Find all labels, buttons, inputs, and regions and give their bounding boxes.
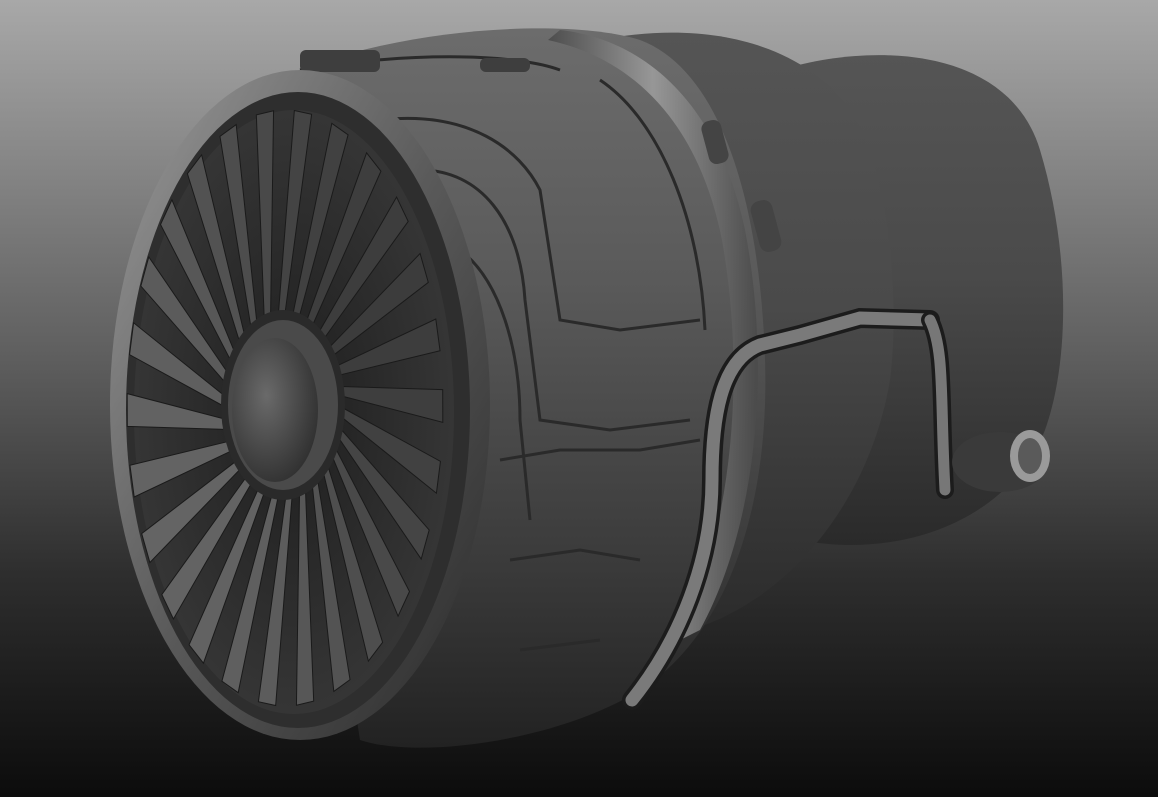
jet-engine-render bbox=[110, 28, 1064, 748]
3d-viewport[interactable] bbox=[0, 0, 1158, 797]
spinner-hub bbox=[221, 310, 345, 500]
